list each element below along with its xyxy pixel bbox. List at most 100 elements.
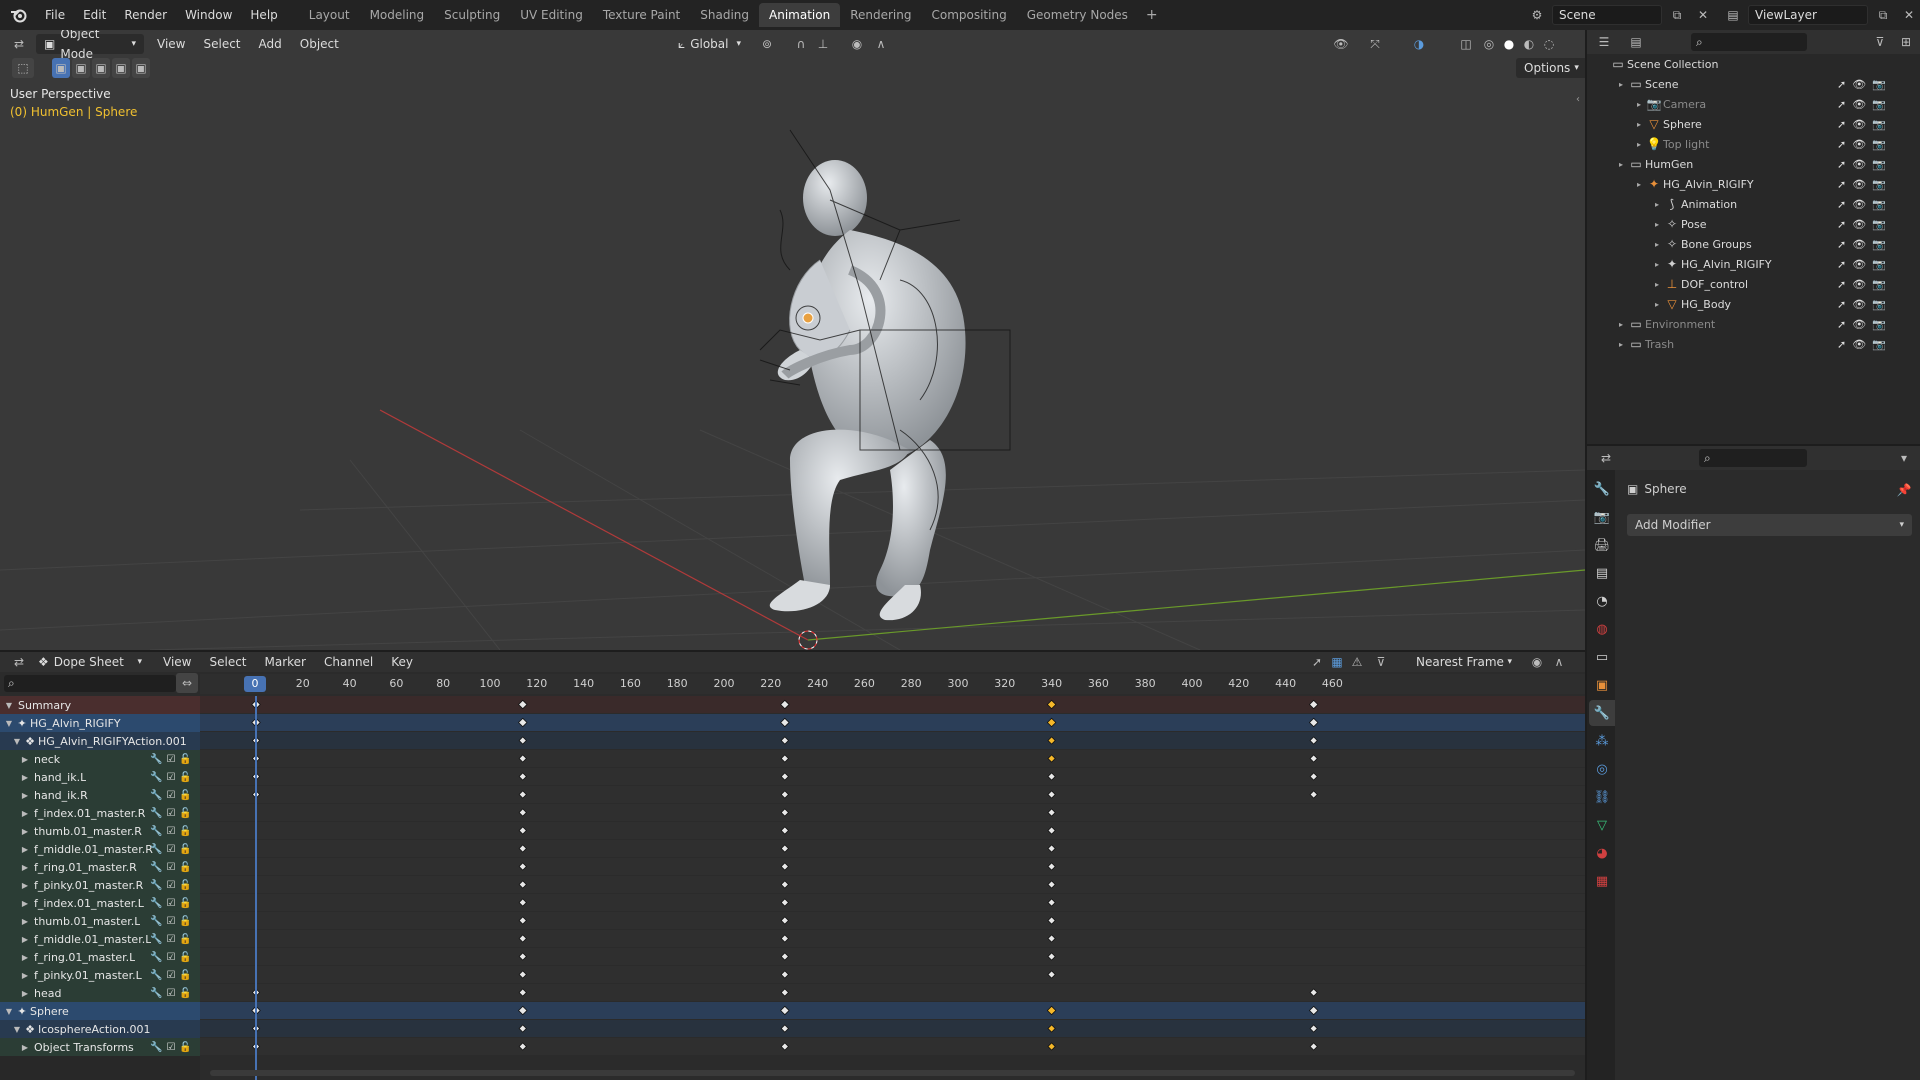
eye-icon[interactable]: 👁: [1852, 98, 1866, 111]
filter-icon[interactable]: ⊽: [1370, 652, 1392, 672]
human-figure[interactable]: [769, 160, 966, 621]
tab-shading[interactable]: Shading: [690, 3, 759, 27]
subtract-selection-icon[interactable]: ▣: [92, 58, 110, 78]
3d-viewport[interactable]: ⇄ ▣ Object Mode ▾ View Select Add Object ⟀…: [0, 30, 1585, 650]
chevron-right-icon[interactable]: ▶: [20, 845, 30, 854]
scene-name-field[interactable]: Scene: [1552, 5, 1662, 25]
render-tab-icon[interactable]: 📷: [1589, 504, 1615, 530]
channel-row[interactable]: ▶ hand_ik.R 🔧 ☑ 🔓: [0, 786, 200, 804]
render-camera-icon[interactable]: 📷: [1872, 98, 1886, 111]
chevron-right-icon[interactable]: ▶: [20, 773, 30, 782]
lock-icon[interactable]: 🔓: [179, 790, 191, 801]
outliner-item[interactable]: ▸ ✦ HG_Alvin_RIGIFY ➚ 👁 📷: [1587, 174, 1886, 194]
modifier-wrench-icon[interactable]: 🔧: [150, 862, 162, 873]
mute-checkbox-icon[interactable]: ☑: [166, 844, 175, 855]
view-layer-field[interactable]: ViewLayer: [1748, 5, 1868, 25]
add-workspace-button[interactable]: +: [1138, 7, 1166, 23]
new-scene-icon[interactable]: ⧉: [1666, 5, 1688, 25]
selectable-arrow-icon[interactable]: ➚: [1837, 298, 1846, 311]
channel-row[interactable]: ▶ f_pinky.01_master.L 🔧 ☑ 🔓: [0, 966, 200, 984]
xray-icon[interactable]: ◫: [1455, 34, 1477, 54]
dopesheet-menu-key[interactable]: Key: [382, 652, 422, 672]
chevron-right-icon[interactable]: ▸: [1651, 200, 1663, 209]
channel-row[interactable]: ▶ thumb.01_master.L 🔧 ☑ 🔓: [0, 912, 200, 930]
modifier-wrench-icon[interactable]: 🔧: [150, 1042, 162, 1053]
selectable-arrow-icon[interactable]: ➚: [1837, 338, 1846, 351]
blender-logo-icon[interactable]: [8, 4, 30, 26]
dof-control-empty[interactable]: [802, 312, 814, 324]
render-camera-icon[interactable]: 📷: [1872, 258, 1886, 271]
snap-magnet-icon[interactable]: ∩: [790, 34, 812, 54]
selectable-arrow-icon[interactable]: ➚: [1837, 258, 1846, 271]
tab-rendering[interactable]: Rendering: [840, 3, 921, 27]
chevron-right-icon[interactable]: ▶: [20, 755, 30, 764]
visibility-eye-icon[interactable]: 👁: [1330, 34, 1352, 54]
modifier-wrench-icon[interactable]: 🔧: [150, 898, 162, 909]
channel-row[interactable]: ▶ thumb.01_master.R 🔧 ☑ 🔓: [0, 822, 200, 840]
modifier-wrench-icon[interactable]: 🔧: [150, 808, 162, 819]
modifier-wrench-icon[interactable]: 🔧: [150, 934, 162, 945]
dopesheet-menu-channel[interactable]: Channel: [315, 652, 382, 672]
render-camera-icon[interactable]: 📷: [1872, 278, 1886, 291]
selectable-arrow-icon[interactable]: ➚: [1837, 198, 1846, 211]
chevron-right-icon[interactable]: ▸: [1633, 120, 1645, 129]
viewport-menu-object[interactable]: Object: [291, 32, 348, 56]
scene-tab-icon[interactable]: ◔: [1589, 588, 1615, 614]
editor-type-icon[interactable]: ☰: [1593, 32, 1615, 52]
wireframe-shading-icon[interactable]: ◎: [1478, 34, 1500, 54]
output-tab-icon[interactable]: 🖨: [1589, 532, 1615, 558]
snap-target-icon[interactable]: ⊥: [812, 34, 834, 54]
falloff-icon[interactable]: ∧: [870, 34, 892, 54]
chevron-right-icon[interactable]: ▸: [1615, 80, 1627, 89]
lock-icon[interactable]: 🔓: [179, 916, 191, 927]
chevron-right-icon[interactable]: ▶: [20, 827, 30, 836]
selectable-arrow-icon[interactable]: ➚: [1837, 178, 1846, 191]
eye-icon[interactable]: 👁: [1852, 78, 1866, 91]
object-tab-icon[interactable]: ▣: [1589, 672, 1615, 698]
sync-channels-icon[interactable]: ⇔: [176, 673, 198, 693]
view-layer-tab-icon[interactable]: ▤: [1589, 560, 1615, 586]
tab-modeling[interactable]: Modeling: [360, 3, 435, 27]
dopesheet-menu-select[interactable]: Select: [200, 652, 255, 672]
mute-checkbox-icon[interactable]: ☑: [166, 880, 175, 891]
selectable-arrow-icon[interactable]: ➚: [1837, 78, 1846, 91]
lock-icon[interactable]: 🔓: [179, 826, 191, 837]
tab-texture-paint[interactable]: Texture Paint: [593, 3, 690, 27]
channel-row[interactable]: ▶ hand_ik.L 🔧 ☑ 🔓: [0, 768, 200, 786]
viewport-menu-add[interactable]: Add: [250, 32, 291, 56]
material-tab-icon[interactable]: ◕: [1589, 840, 1615, 866]
tab-sculpting[interactable]: Sculpting: [434, 3, 510, 27]
render-camera-icon[interactable]: 📷: [1872, 78, 1886, 91]
channel-row[interactable]: ▶ f_index.01_master.L 🔧 ☑ 🔓: [0, 894, 200, 912]
chevron-down-icon[interactable]: ▼: [12, 737, 22, 746]
lock-icon[interactable]: 🔓: [179, 988, 191, 999]
editor-type-icon[interactable]: ⇄: [1595, 448, 1617, 468]
tool-tab-icon[interactable]: 🔧: [1589, 476, 1615, 502]
eye-icon[interactable]: 👁: [1852, 118, 1866, 131]
chevron-right-icon[interactable]: ▶: [20, 791, 30, 800]
show-hidden-icon[interactable]: ▦: [1326, 652, 1348, 672]
lock-icon[interactable]: 🔓: [179, 754, 191, 765]
mute-checkbox-icon[interactable]: ☑: [166, 934, 175, 945]
eye-icon[interactable]: 👁: [1852, 338, 1866, 351]
falloff-icon[interactable]: ∧: [1548, 652, 1570, 672]
outliner-item[interactable]: ▸ ▽ HG_Body ➚ 👁 📷: [1587, 294, 1886, 314]
modifier-wrench-icon[interactable]: 🔧: [150, 988, 162, 999]
viewport-scene[interactable]: [0, 30, 1585, 650]
outliner-item[interactable]: ▸ ⟆ Animation ➚ 👁 📷: [1587, 194, 1886, 214]
lock-icon[interactable]: 🔓: [179, 880, 191, 891]
particles-tab-icon[interactable]: ⁂: [1589, 728, 1615, 754]
channel-row[interactable]: ▶ neck 🔧 ☑ 🔓: [0, 750, 200, 768]
proportional-edit-icon[interactable]: ◉: [1526, 652, 1548, 672]
mute-checkbox-icon[interactable]: ☑: [166, 898, 175, 909]
eye-icon[interactable]: 👁: [1852, 278, 1866, 291]
mute-checkbox-icon[interactable]: ☑: [166, 988, 175, 999]
chevron-down-icon[interactable]: ▼: [4, 701, 14, 710]
mute-checkbox-icon[interactable]: ☑: [166, 754, 175, 765]
viewport-menu-select[interactable]: Select: [194, 32, 249, 56]
set-selection-icon[interactable]: ▣: [52, 58, 70, 78]
tab-animation[interactable]: Animation: [759, 3, 841, 27]
only-errors-icon[interactable]: ⚠: [1346, 652, 1368, 672]
chevron-right-icon[interactable]: ▶: [20, 971, 30, 980]
frame-ruler[interactable]: 20 40 60 80 100 120 140 160 180 200 220 240 260 280 30…: [200, 674, 1585, 694]
